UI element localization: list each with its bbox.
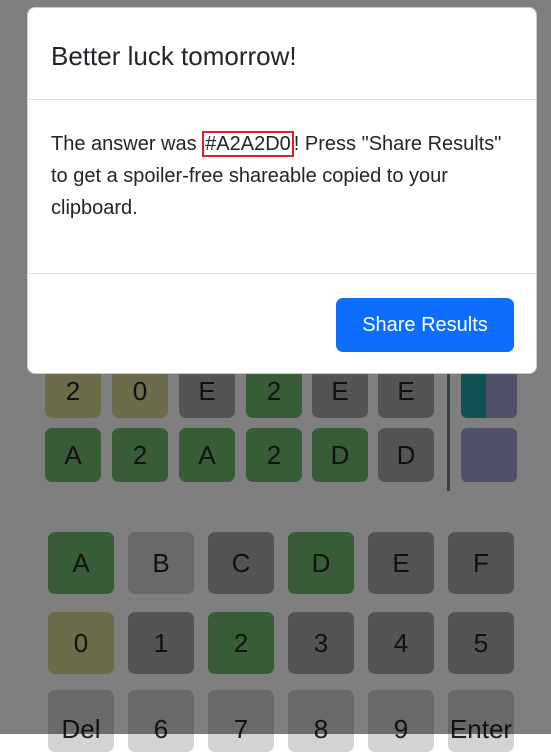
result-modal: Better luck tomorrow! The answer was #A2… [27, 7, 537, 374]
body-text-prefix: The answer was [51, 133, 203, 155]
answer-color-code: #A2A2D0 [202, 131, 294, 157]
modal-body: The answer was #A2A2D0! Press "Share Res… [28, 100, 536, 274]
modal-title: Better luck tomorrow! [51, 41, 297, 71]
modal-header: Better luck tomorrow! [28, 8, 536, 100]
share-results-button[interactable]: Share Results [336, 298, 514, 352]
modal-footer: Share Results [28, 274, 536, 374]
